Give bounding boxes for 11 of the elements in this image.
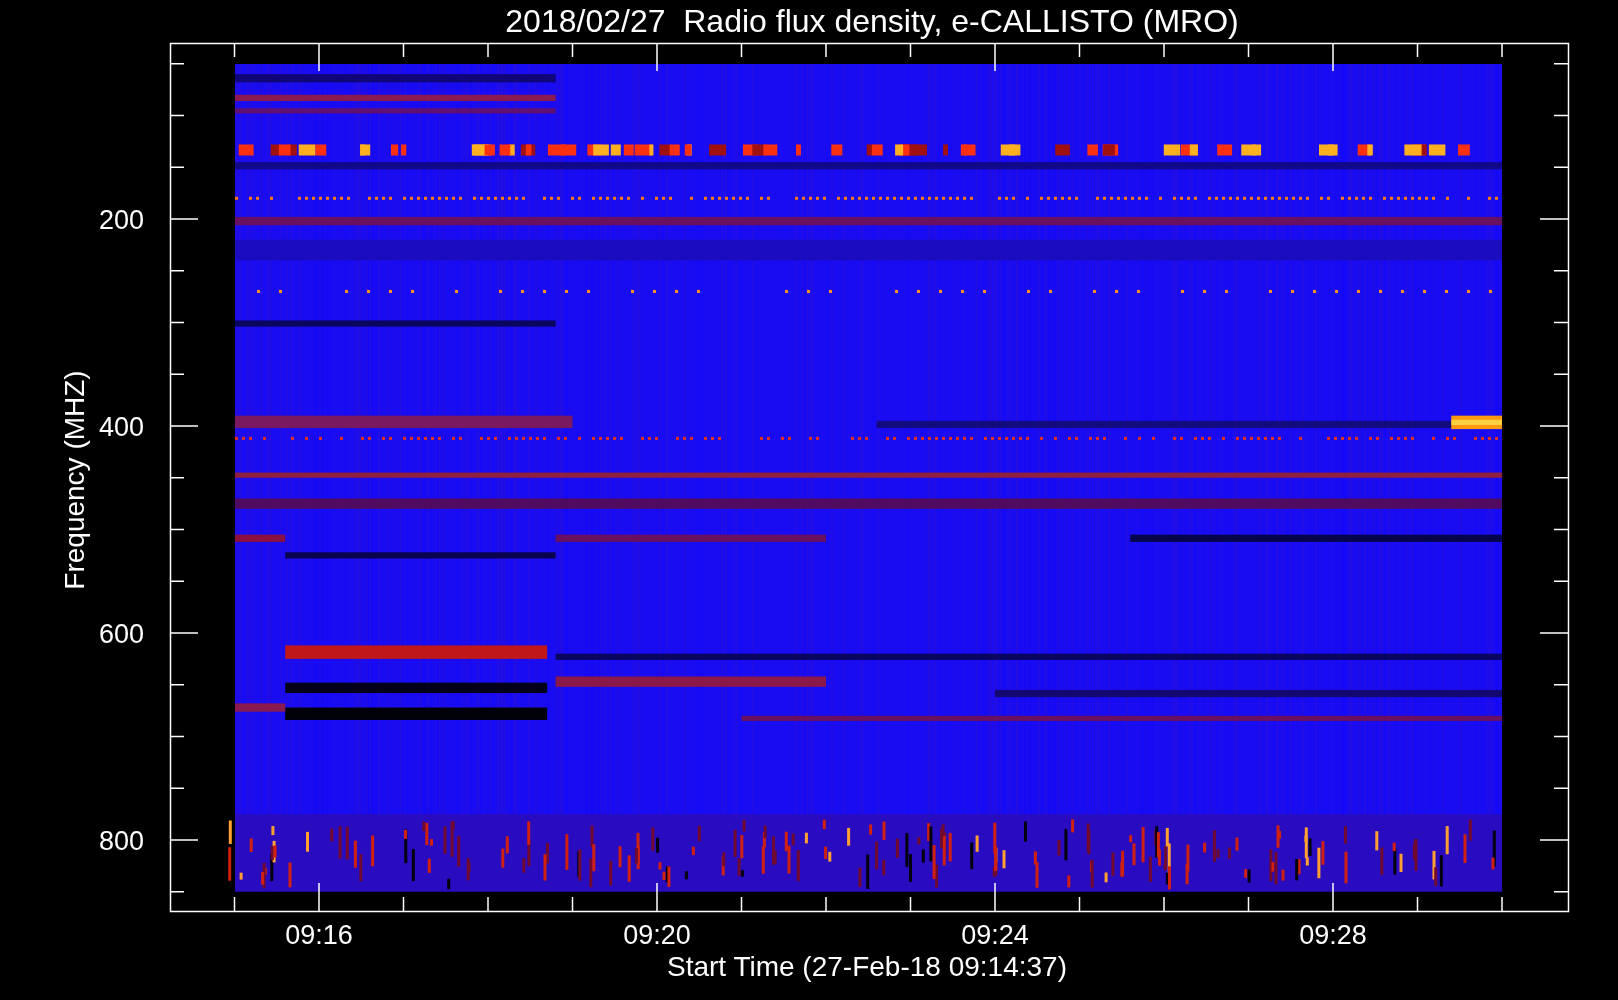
y-tick-label: 200 — [98, 205, 144, 235]
x-tick-label: 09:28 — [1299, 920, 1367, 950]
x-tick-label: 09:16 — [285, 920, 353, 950]
chart-title: 2018/02/27 Radio flux density, e-CALLISTO (MRO) — [505, 3, 1239, 39]
y-tick-label: 800 — [98, 826, 144, 856]
x-tick-label: 09:20 — [623, 920, 691, 950]
y-axis-label: Frequency (MHZ) — [59, 370, 90, 590]
y-tick-label: 600 — [98, 619, 144, 649]
x-tick-label: 09:24 — [961, 920, 1029, 950]
y-tick-label: 400 — [98, 412, 144, 442]
x-axis-label: Start Time (27-Feb-18 09:14:37) — [667, 951, 1067, 982]
